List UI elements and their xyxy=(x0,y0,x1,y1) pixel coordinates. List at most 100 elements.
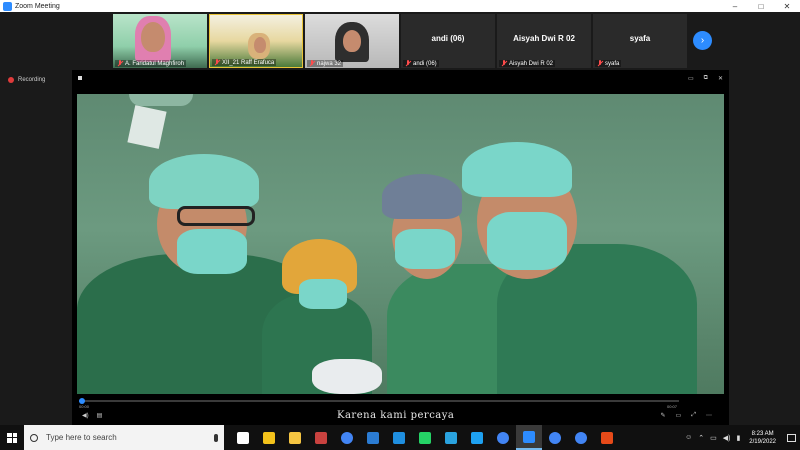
mic-muted-icon xyxy=(597,60,603,67)
pencil-icon[interactable]: ✎ xyxy=(660,412,665,419)
participant-name: najwa 32 xyxy=(317,60,342,67)
mic-muted-icon xyxy=(405,60,411,67)
video-frame[interactable] xyxy=(77,94,724,394)
surgical-cap xyxy=(149,154,259,209)
mic-muted-icon xyxy=(309,60,315,67)
maximize-button[interactable]: □ xyxy=(748,0,774,12)
player-menu-icon[interactable] xyxy=(78,76,82,80)
windows-logo-icon xyxy=(7,432,17,443)
taskbar-app-chrome[interactable] xyxy=(568,425,594,450)
recording-label: Recording xyxy=(18,77,46,83)
participant-display-name: andi (06) xyxy=(431,34,465,43)
zoom-icon xyxy=(523,430,535,443)
participant-name-tag: A. Faridatul Maghfiroh xyxy=(115,60,187,67)
edge-icon xyxy=(393,431,405,444)
progress-track[interactable] xyxy=(79,398,679,404)
taskbar-app-edge[interactable] xyxy=(386,425,412,450)
time-elapsed: 00:00 xyxy=(79,404,90,409)
participant-tile[interactable]: XII_21 Raff Erafuca xyxy=(209,14,303,68)
participant-display-name: Aisyah Dwi R 02 xyxy=(513,34,575,43)
chrome-icon xyxy=(497,431,509,444)
window-titlebar: Zoom Meeting – □ ✕ xyxy=(0,0,800,12)
taskbar-app-file-explorer[interactable] xyxy=(282,425,308,450)
people-icon[interactable]: ☺ xyxy=(685,434,692,441)
player-left-controls: ◀) ▤ xyxy=(82,412,102,419)
volume-icon[interactable]: ◀) xyxy=(82,412,89,419)
participant-name: syafa xyxy=(605,60,620,67)
volume-icon[interactable]: ◀) xyxy=(723,434,731,442)
next-page-button[interactable]: › xyxy=(693,31,712,50)
surgical-mask xyxy=(395,229,455,269)
gloved-hands xyxy=(312,359,382,394)
participant-name: A. Faridatul Maghfiroh xyxy=(125,60,185,67)
player-topbar: ▭ ⧉ ✕ xyxy=(72,70,729,86)
participant-tile[interactable]: syafa syafa xyxy=(593,14,687,68)
recording-indicator[interactable]: Recording xyxy=(8,77,45,83)
popout-icon[interactable]: ⧉ xyxy=(704,75,708,82)
participant-name: XII_21 Raff Erafuca xyxy=(222,59,275,66)
chevron-up-icon[interactable]: ⌃ xyxy=(698,434,704,442)
clock-date: 2/19/2022 xyxy=(749,438,776,445)
battery-icon[interactable]: ▮ xyxy=(736,434,740,442)
participant-name: Aisyah Dwi R 02 xyxy=(509,60,554,67)
taskbar-app-photos[interactable] xyxy=(308,425,334,450)
taskbar-app-calendar[interactable] xyxy=(360,425,386,450)
ie-icon xyxy=(471,431,483,444)
time-total: 00:07 xyxy=(667,404,678,409)
whatsapp-icon xyxy=(419,431,431,444)
close-button[interactable]: ✕ xyxy=(774,0,800,12)
pip-icon[interactable]: ▭ xyxy=(688,75,694,82)
participant-tile[interactable]: A. Faridatul Maghfiroh xyxy=(113,14,207,68)
participant-face xyxy=(343,30,361,52)
shared-video-player[interactable]: ▭ ⧉ ✕ 00:00 00:07 ◀) ▤ Karena kami perca… xyxy=(72,70,729,425)
cortana-icon xyxy=(30,433,38,442)
network-icon[interactable]: ▭ xyxy=(710,434,717,442)
taskbar-app-chrome[interactable] xyxy=(334,425,360,450)
zoom-app-icon xyxy=(3,1,12,11)
participant-name: andi (06) xyxy=(413,60,437,67)
mic-muted-icon xyxy=(214,59,220,66)
fullscreen-icon[interactable]: ⤢ xyxy=(691,412,696,419)
lamp-panel xyxy=(127,105,167,149)
mic-muted-icon xyxy=(117,60,123,67)
taskbar-app-store[interactable] xyxy=(256,425,282,450)
office-icon xyxy=(601,431,613,444)
close-player-icon[interactable]: ✕ xyxy=(718,75,723,82)
participant-tile[interactable]: andi (06) andi (06) xyxy=(401,14,495,68)
file-explorer-icon xyxy=(289,431,301,444)
surgical-mask xyxy=(487,212,567,270)
telegram-icon xyxy=(445,431,457,444)
taskbar-app-telegram[interactable] xyxy=(438,425,464,450)
screen-icon[interactable]: ▭ xyxy=(676,412,682,419)
chrome-icon xyxy=(341,431,353,444)
participant-name-tag: XII_21 Raff Erafuca xyxy=(212,59,277,66)
taskbar-app-ie[interactable] xyxy=(464,425,490,450)
taskbar-app-office[interactable] xyxy=(594,425,620,450)
window-controls: – □ ✕ xyxy=(722,0,800,12)
microphone-icon[interactable] xyxy=(214,433,218,442)
notification-center-button[interactable] xyxy=(782,425,800,450)
start-button[interactable] xyxy=(0,425,24,450)
minimize-button[interactable]: – xyxy=(722,0,748,12)
surgical-mask xyxy=(299,279,347,309)
mic-muted-icon xyxy=(501,60,507,67)
participant-name-tag: najwa 32 xyxy=(307,60,344,67)
taskbar-app-whatsapp[interactable] xyxy=(412,425,438,450)
taskbar-search[interactable]: Type here to search xyxy=(24,425,224,450)
meeting-stage: A. Faridatul Maghfiroh XII_21 Raff Erafu… xyxy=(0,12,800,425)
player-right-controls: ✎ ▭ ⤢ ⋯ xyxy=(660,412,712,419)
surgical-mask xyxy=(177,229,247,274)
store-icon xyxy=(263,431,275,444)
taskbar-app-chrome[interactable] xyxy=(542,425,568,450)
caption-icon[interactable]: ▤ xyxy=(97,412,103,419)
taskbar-app-chrome[interactable] xyxy=(490,425,516,450)
windows-taskbar: Type here to search ☺ ⌃ ▭ ◀) ▮ 8:23 AM 2… xyxy=(0,425,800,450)
taskbar-app-task-view[interactable] xyxy=(230,425,256,450)
more-icon[interactable]: ⋯ xyxy=(706,412,712,419)
participant-tile[interactable]: Aisyah Dwi R 02 Aisyah Dwi R 02 xyxy=(497,14,591,68)
surgical-lamp xyxy=(129,94,193,106)
participant-tile[interactable]: najwa 32 xyxy=(305,14,399,68)
photos-icon xyxy=(315,431,327,444)
taskbar-app-zoom[interactable] xyxy=(516,425,542,450)
clock[interactable]: 8:23 AM 2/19/2022 xyxy=(749,430,776,446)
